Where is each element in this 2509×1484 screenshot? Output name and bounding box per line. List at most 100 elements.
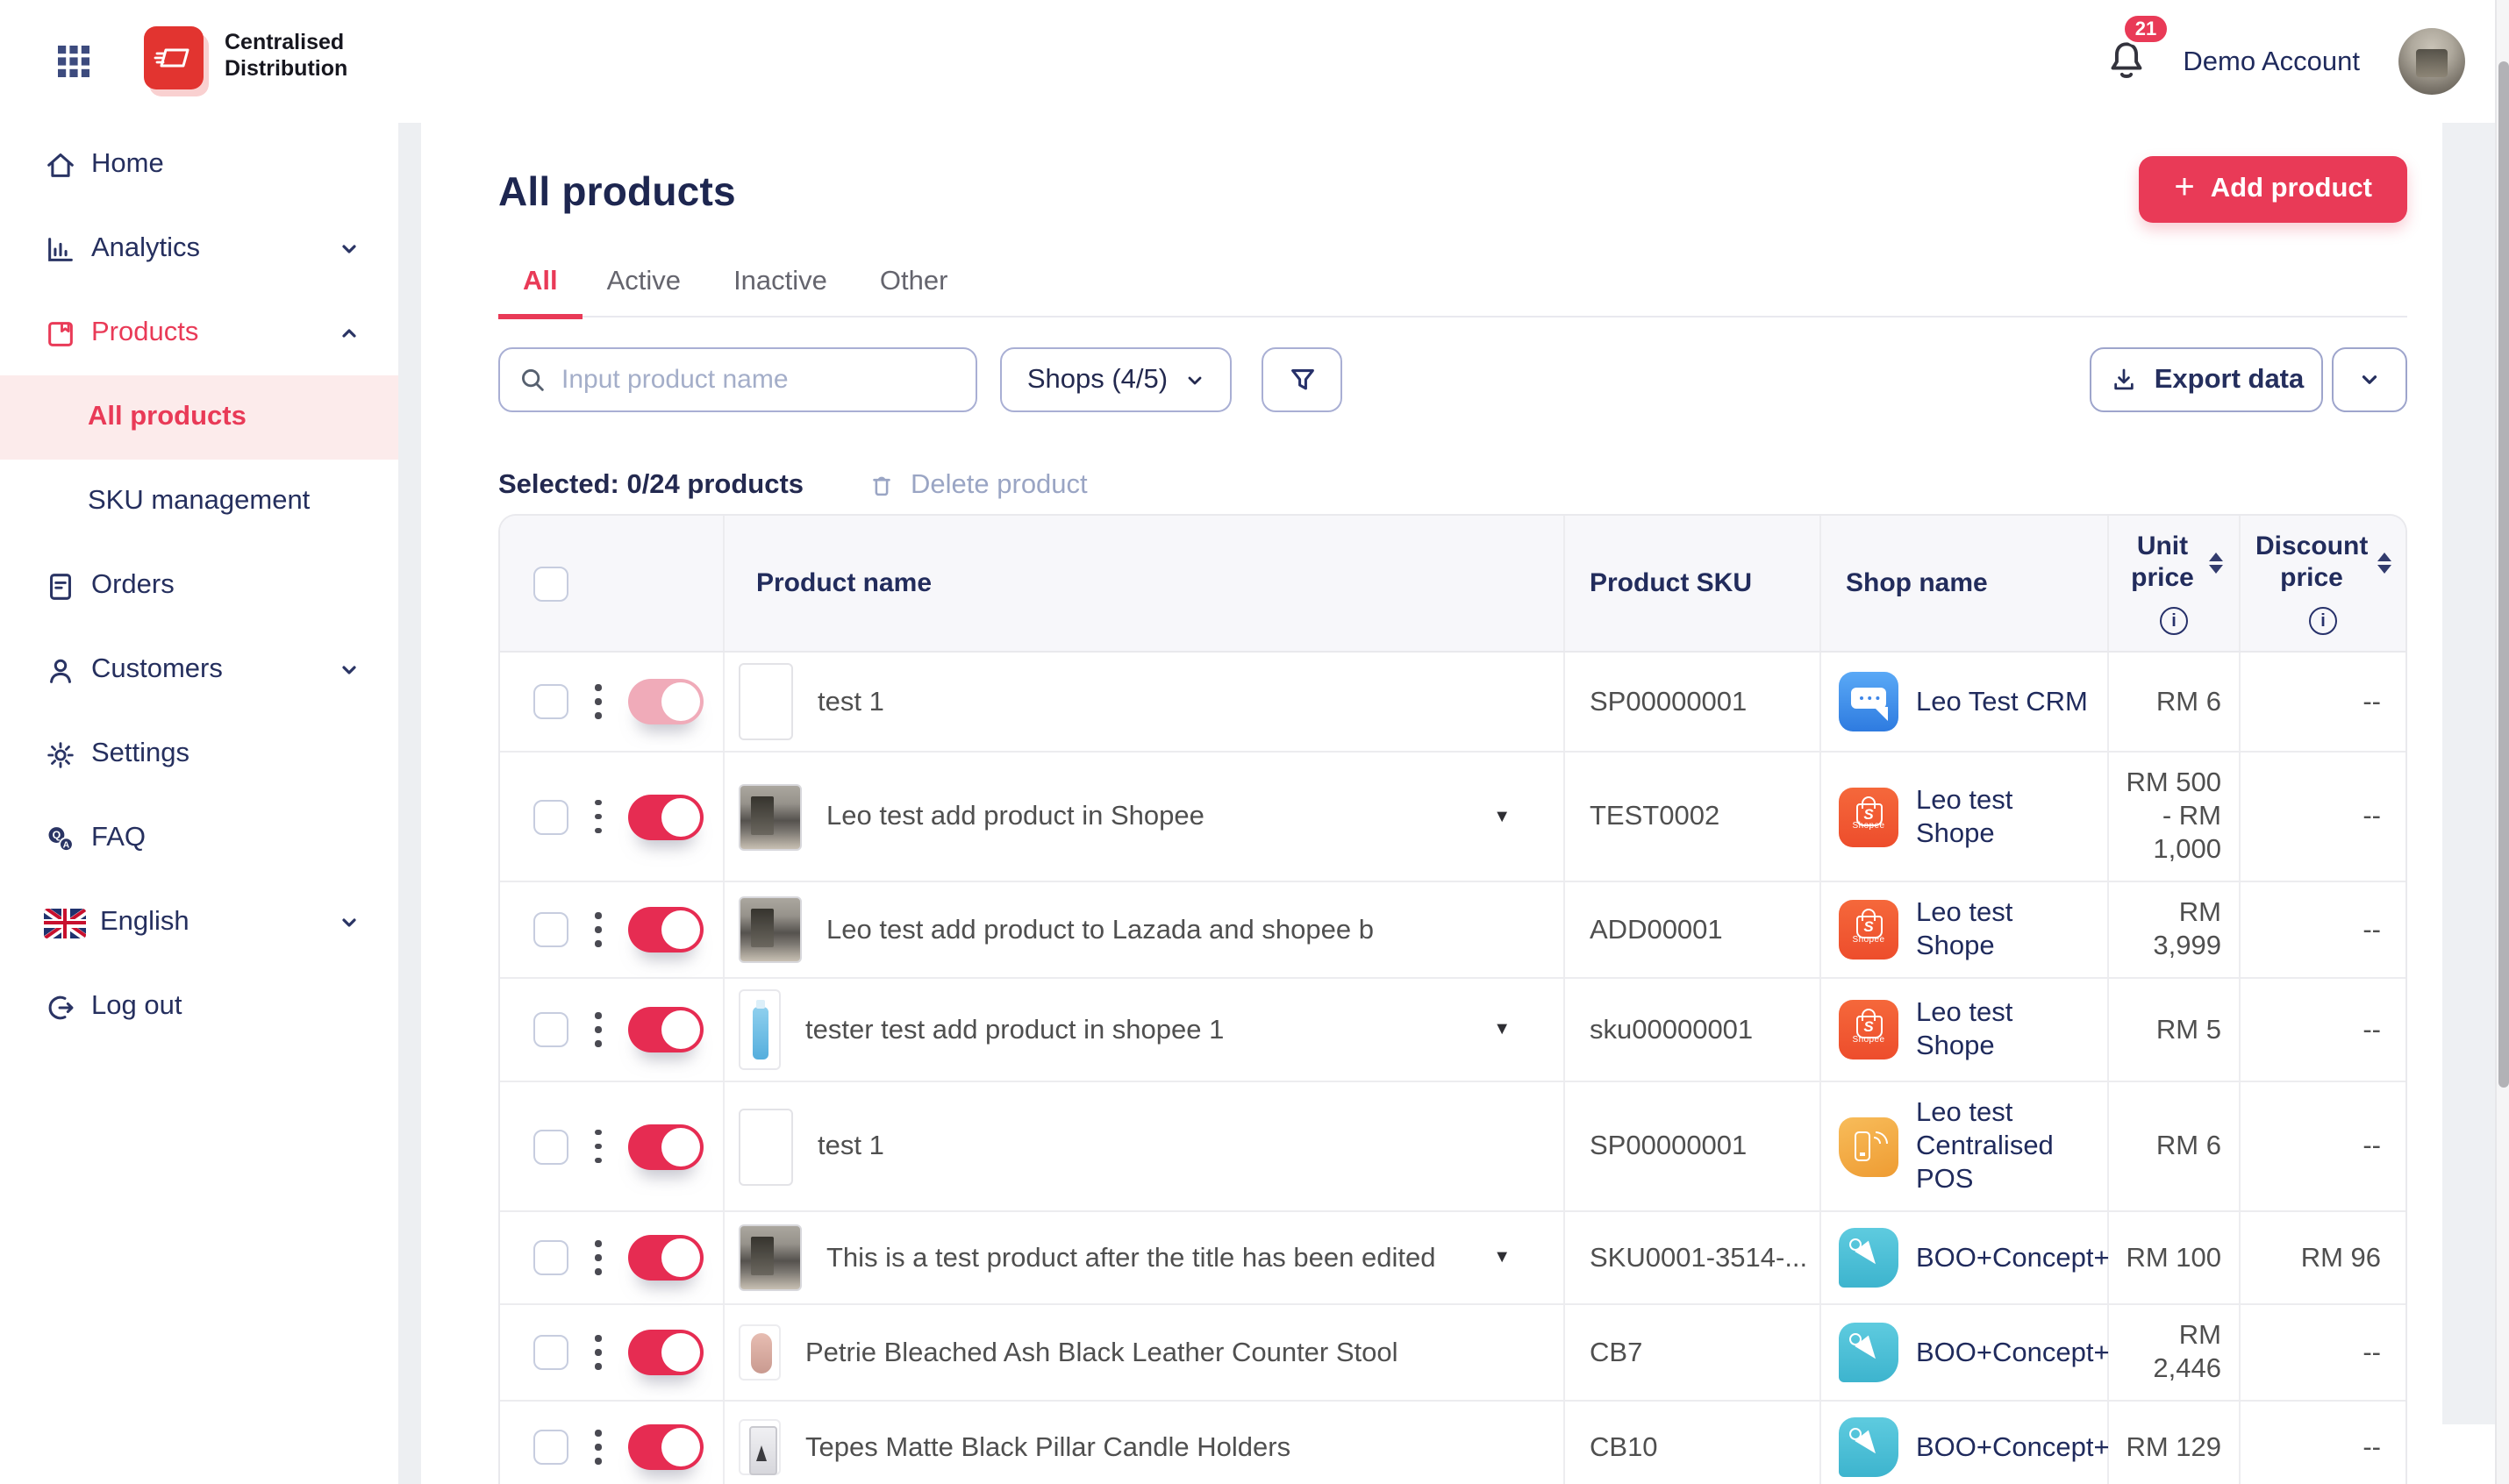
shop-icon xyxy=(1839,672,1898,731)
analytics-icon xyxy=(44,232,77,266)
product-sku: SP00000001 xyxy=(1565,1082,1821,1210)
select-all-checkbox[interactable] xyxy=(533,566,568,601)
shop-name-link[interactable]: Leo test Shope xyxy=(1916,996,2097,1063)
sidebar-scrollbar-track[interactable] xyxy=(398,123,421,1484)
row-menu-icon[interactable] xyxy=(593,1237,604,1278)
status-toggle[interactable] xyxy=(628,679,704,724)
shop-name-link[interactable]: Leo test Shope xyxy=(1916,896,2097,963)
status-toggle[interactable] xyxy=(628,1330,704,1375)
delete-product-button[interactable]: Delete product xyxy=(867,470,1088,502)
col-product-sku: Product SKU xyxy=(1565,516,1821,651)
expand-caret-icon[interactable]: ▼ xyxy=(1493,1241,1511,1274)
download-icon xyxy=(2109,365,2139,395)
unit-price-info-icon[interactable]: i xyxy=(2160,607,2188,635)
shop-name-link[interactable]: Leo test Shope xyxy=(1916,783,2097,850)
products-icon xyxy=(44,317,77,350)
unit-price: RM 5 xyxy=(2109,979,2241,1081)
discount-price: -- xyxy=(2241,1402,2405,1484)
export-data-button[interactable]: Export data xyxy=(2090,347,2323,412)
product-sku: CB10 xyxy=(1565,1402,1821,1484)
sidebar-item-analytics[interactable]: Analytics xyxy=(0,207,398,291)
chevron-down-icon xyxy=(339,660,360,681)
row-checkbox[interactable] xyxy=(533,1240,568,1275)
shop-name-link[interactable]: BOO+Concept+ xyxy=(1916,1430,2110,1464)
row-menu-icon[interactable] xyxy=(593,909,604,950)
home-icon xyxy=(44,148,77,182)
sidebar-item-home[interactable]: Home xyxy=(0,123,398,207)
status-toggle[interactable] xyxy=(628,1235,704,1281)
shop-name-link[interactable]: BOO+Concept+ xyxy=(1916,1241,2110,1274)
status-toggle[interactable] xyxy=(628,1424,704,1470)
row-menu-icon[interactable] xyxy=(593,1331,604,1373)
expand-caret-icon[interactable]: ▼ xyxy=(1493,800,1511,833)
product-thumbnail xyxy=(739,1324,781,1381)
row-checkbox[interactable] xyxy=(533,1129,568,1164)
product-thumbnail xyxy=(739,1224,802,1291)
brand-logo[interactable] xyxy=(144,26,204,89)
sidebar-item-products[interactable]: Products xyxy=(0,291,398,375)
sidebar-item-all-products[interactable]: All products xyxy=(0,375,398,460)
sidebar-item-orders[interactable]: Orders xyxy=(0,544,398,628)
sidebar-item-faq[interactable]: Q A FAQ xyxy=(0,796,398,881)
add-product-button[interactable]: + Add product xyxy=(2139,156,2407,223)
toolbar: Shops (4/5) Export data xyxy=(498,347,2407,412)
product-thumbnail xyxy=(739,896,802,963)
unit-price: RM 500 - RM 1,000 xyxy=(2109,753,2241,881)
trash-icon xyxy=(867,470,897,502)
export-options-button[interactable] xyxy=(2332,347,2407,412)
table-header-row: Product name Product SKU Shop name Unit … xyxy=(500,516,2405,653)
gear-icon xyxy=(44,738,77,771)
row-menu-icon[interactable] xyxy=(593,1426,604,1467)
app-grid-icon[interactable] xyxy=(58,46,89,77)
row-menu-icon[interactable] xyxy=(593,796,604,837)
sidebar-item-settings[interactable]: Settings xyxy=(0,712,398,796)
tab-other[interactable]: Other xyxy=(880,263,948,316)
row-checkbox[interactable] xyxy=(533,912,568,947)
sidebar-item-sku-management[interactable]: SKU management xyxy=(0,460,398,544)
main-content: All products + Add product All Active In… xyxy=(498,123,2407,1484)
shop-icon xyxy=(1839,1417,1898,1477)
status-toggle[interactable] xyxy=(628,1124,704,1169)
tab-active[interactable]: Active xyxy=(607,263,681,316)
content-scroll-gutter xyxy=(2442,119,2495,1424)
shop-icon xyxy=(1839,1000,1898,1059)
shop-icon xyxy=(1839,900,1898,960)
sidebar-item-language[interactable]: English xyxy=(0,881,398,965)
row-checkbox[interactable] xyxy=(533,1335,568,1370)
shop-name-link[interactable]: Leo test Centralised POS xyxy=(1916,1096,2097,1196)
account-name[interactable]: Demo Account xyxy=(2183,47,2360,79)
search-input[interactable] xyxy=(561,365,958,395)
row-checkbox[interactable] xyxy=(533,1430,568,1465)
chevron-up-icon xyxy=(339,323,360,344)
sort-discount-price[interactable] xyxy=(2377,553,2391,574)
row-menu-icon[interactable] xyxy=(593,1009,604,1050)
status-toggle[interactable] xyxy=(628,907,704,952)
status-toggle[interactable] xyxy=(628,794,704,839)
sort-unit-price[interactable] xyxy=(2208,553,2222,574)
row-checkbox[interactable] xyxy=(533,684,568,719)
filter-button[interactable] xyxy=(1262,347,1342,412)
svg-text:Q: Q xyxy=(53,828,61,840)
expand-caret-icon[interactable]: ▼ xyxy=(1493,1013,1511,1046)
row-checkbox[interactable] xyxy=(533,1012,568,1047)
chevron-down-icon xyxy=(2358,368,2381,391)
discount-price-info-icon[interactable]: i xyxy=(2309,607,2337,635)
tab-all[interactable]: All xyxy=(498,263,583,319)
tab-inactive[interactable]: Inactive xyxy=(733,263,827,316)
sidebar-label: Log out xyxy=(91,991,182,1023)
sidebar-label: English xyxy=(100,907,189,938)
row-menu-icon[interactable] xyxy=(593,1125,604,1167)
sidebar-nav: Home Analytics Products All products xyxy=(0,123,398,1484)
row-checkbox[interactable] xyxy=(533,799,568,834)
shop-name-link[interactable]: Leo Test CRM xyxy=(1916,685,2088,718)
row-menu-icon[interactable] xyxy=(593,681,604,722)
col-shop-name: Shop name xyxy=(1821,516,2109,651)
account-avatar[interactable] xyxy=(2398,28,2465,95)
chevron-down-icon xyxy=(339,239,360,260)
sidebar-item-logout[interactable]: Log out xyxy=(0,965,398,1049)
status-toggle[interactable] xyxy=(628,1007,704,1052)
shop-name-link[interactable]: BOO+Concept+ xyxy=(1916,1336,2110,1369)
shops-filter-dropdown[interactable]: Shops (4/5) xyxy=(1000,347,1232,412)
sidebar-item-customers[interactable]: Customers xyxy=(0,628,398,712)
page-scrollbar-thumb[interactable] xyxy=(2498,61,2508,1088)
